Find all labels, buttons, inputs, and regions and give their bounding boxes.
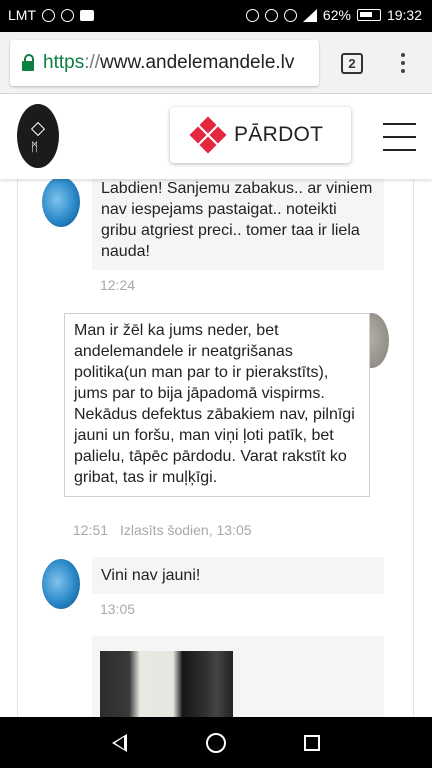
alarm-icon bbox=[245, 8, 259, 22]
menu-icon[interactable] bbox=[383, 123, 416, 151]
message-text: Vini nav jauni! bbox=[101, 567, 201, 584]
read-receipt: Izlasīts šodien, 13:05 bbox=[120, 522, 252, 538]
buyer-avatar[interactable] bbox=[42, 559, 80, 609]
buyer-avatar[interactable] bbox=[42, 179, 80, 227]
message-bubble: Labdien! Sanjemu zabakus.. ar viniem nav… bbox=[92, 179, 384, 270]
url-host: www.andelemandele.lv bbox=[100, 52, 295, 73]
url-separator: :// bbox=[84, 52, 101, 73]
browser-toolbar: https :// www.andelemandele.lv 2 bbox=[0, 32, 432, 94]
battery-icon bbox=[356, 9, 381, 21]
youtube-icon bbox=[80, 9, 94, 21]
back-icon[interactable] bbox=[112, 734, 127, 752]
signal-icon bbox=[302, 8, 317, 22]
status-bar-right: 62% 19:32 bbox=[245, 7, 422, 23]
eye-comfort-icon bbox=[264, 8, 278, 22]
logo-mark-icon: ᛗ bbox=[31, 140, 39, 154]
chat-thread[interactable]: Labdien! Sanjemu zabakus.. ar viniem nav… bbox=[17, 179, 414, 717]
tab-switcher-button[interactable]: 2 bbox=[341, 53, 363, 74]
diamond-cluster-icon bbox=[189, 116, 227, 154]
wifi-icon bbox=[283, 8, 297, 22]
status-bar-left: LMT bbox=[8, 7, 94, 23]
clock: 19:32 bbox=[386, 7, 422, 23]
chrome-icon bbox=[61, 8, 74, 22]
message-bubble: Man ir žēl ka jums neder, bet andelemand… bbox=[64, 313, 370, 497]
message-time: 13:05 bbox=[100, 601, 136, 617]
overflow-menu-icon[interactable] bbox=[400, 53, 406, 75]
message-text: Man ir žēl ka jums neder, bet andelemand… bbox=[74, 322, 355, 486]
home-icon[interactable] bbox=[206, 733, 226, 753]
heart-monitor-icon bbox=[42, 8, 55, 22]
message-time: 12:51 bbox=[73, 522, 109, 538]
system-nav-bar bbox=[0, 717, 432, 768]
message-text: Labdien! Sanjemu zabakus.. ar viniem nav… bbox=[101, 180, 373, 260]
sell-button[interactable]: PĀRDOT bbox=[170, 107, 351, 163]
battery-percent: 62% bbox=[322, 7, 351, 23]
recents-icon[interactable] bbox=[304, 735, 320, 751]
status-bar: LMT 62% 19:32 bbox=[0, 0, 432, 32]
message-bubble: Vini nav jauni! bbox=[92, 557, 384, 594]
lock-icon bbox=[22, 53, 34, 71]
site-logo[interactable]: ᛗ bbox=[17, 104, 59, 168]
carrier-name: LMT bbox=[8, 7, 36, 23]
sell-button-label: PĀRDOT bbox=[234, 123, 324, 146]
site-header: ᛗ PĀRDOT bbox=[0, 95, 432, 179]
url-scheme: https bbox=[43, 52, 85, 73]
boots-photo[interactable] bbox=[100, 651, 233, 717]
address-bar[interactable]: https :// www.andelemandele.lv bbox=[10, 40, 319, 86]
logo-diamond-icon bbox=[30, 121, 46, 137]
message-time: 12:24 bbox=[100, 277, 136, 293]
